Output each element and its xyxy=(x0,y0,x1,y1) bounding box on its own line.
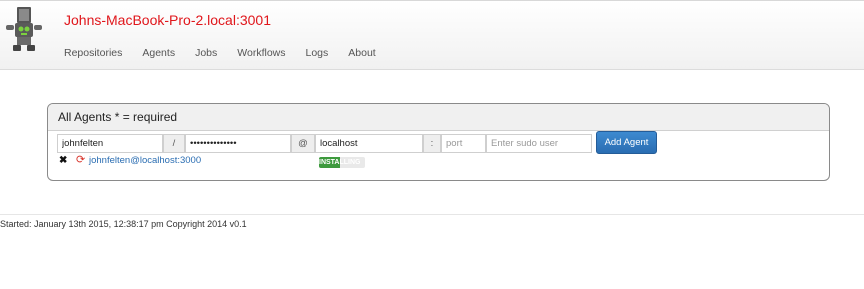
divider xyxy=(0,214,864,215)
panel-title: All Agents * = required xyxy=(48,104,829,131)
at-addon: @ xyxy=(291,134,315,153)
add-agent-button[interactable]: Add Agent xyxy=(596,131,657,154)
list-item: ✖ ⟳ johnfelten@localhost:3000 INSTALLING xyxy=(58,154,818,168)
brand-title[interactable]: Johns-MacBook-Pro-2.local:3001 xyxy=(64,12,271,28)
agent-link[interactable]: johnfelten@localhost:3000 xyxy=(89,155,201,166)
nav-item-repositories[interactable]: Repositories xyxy=(64,47,122,59)
nav-item-about[interactable]: About xyxy=(348,47,375,59)
nav-item-jobs[interactable]: Jobs xyxy=(195,47,217,59)
footer-text: Started: January 13th 2015, 12:38:17 pm … xyxy=(0,219,247,229)
nav-menu: Repositories Agents Jobs Workflows Logs … xyxy=(64,47,396,59)
sudo-user-input[interactable] xyxy=(486,134,592,153)
navbar: Johns-MacBook-Pro-2.local:3001 Repositor… xyxy=(0,0,864,70)
password-input[interactable] xyxy=(185,134,291,153)
nav-item-agents[interactable]: Agents xyxy=(142,47,175,59)
username-input[interactable] xyxy=(57,134,163,153)
slash-addon: / xyxy=(163,134,185,153)
nav-item-logs[interactable]: Logs xyxy=(306,47,329,59)
close-icon[interactable]: ✖ xyxy=(59,155,67,166)
progress-status-label: INSTALLING xyxy=(319,159,361,166)
agents-panel: All Agents * = required / @ : Add Agent … xyxy=(47,103,830,181)
port-input[interactable] xyxy=(441,134,486,153)
host-input[interactable] xyxy=(315,134,423,153)
nav-item-workflows[interactable]: Workflows xyxy=(237,47,285,59)
refresh-icon[interactable]: ⟳ xyxy=(76,153,85,166)
robot-logo-icon[interactable] xyxy=(4,7,44,53)
colon-addon: : xyxy=(423,134,441,153)
install-progress-bar: INSTALLING xyxy=(319,157,365,168)
